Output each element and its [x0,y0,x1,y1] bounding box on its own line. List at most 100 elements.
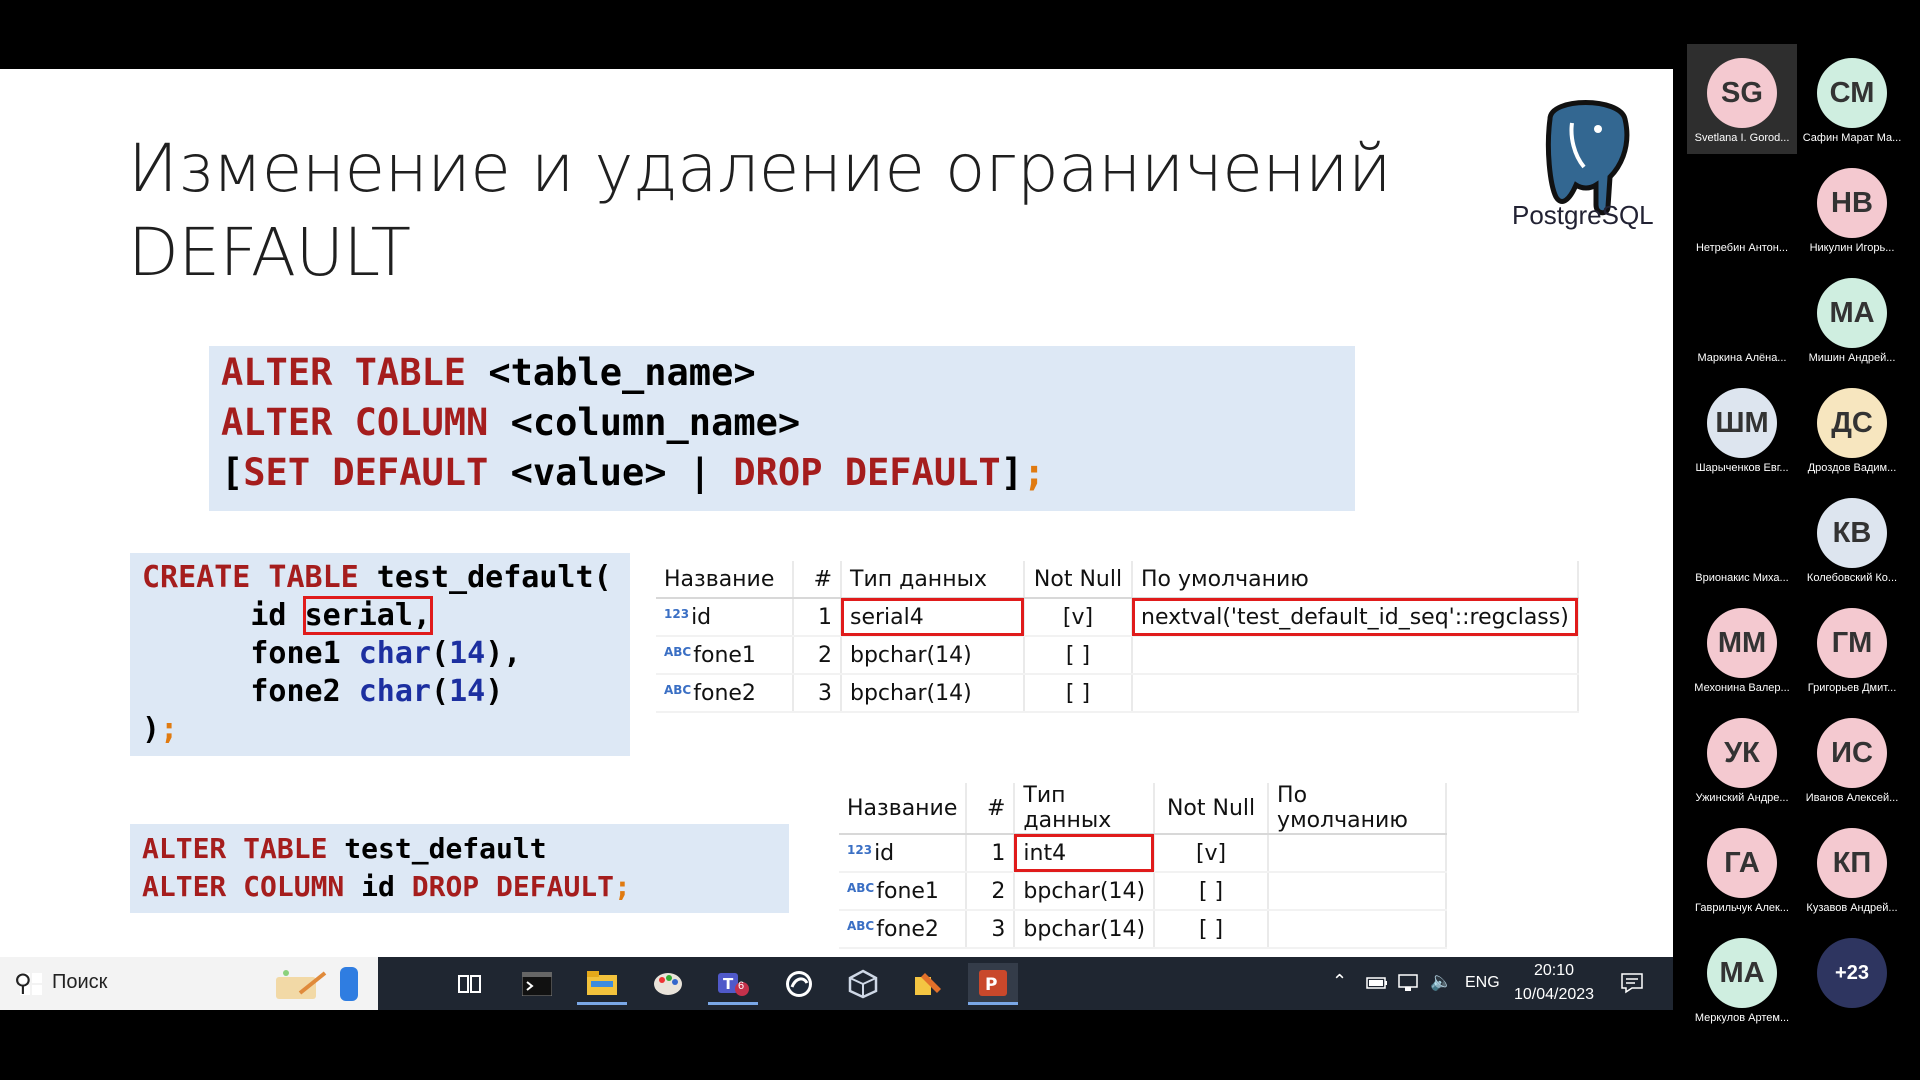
participant-tile[interactable]: ММ Мехонина Валер... [1687,594,1797,704]
code-text: <value> | [488,451,734,494]
tools-icon[interactable] [903,963,953,1005]
cell-notnull: [ ] [1024,674,1133,713]
participant-tile[interactable]: УК Ужинский Андре... [1687,704,1797,814]
code-keyword: CREATE TABLE [142,560,359,595]
participant-tile[interactable]: НВ Никулин Игорь... [1797,154,1907,264]
participant-tile[interactable]: ГМ Григорьев Дмит... [1797,594,1907,704]
participant-tile[interactable]: СМ Сафин Марат Ма... [1797,44,1907,154]
participant-tile[interactable]: ДС Дроздов Вадим... [1797,374,1907,484]
battery-icon[interactable] [1366,975,1388,991]
code-keyword: DROP DEFAULT [411,870,615,903]
powerpoint-icon[interactable]: P [968,963,1018,1005]
participant-tile[interactable]: КВ Колебовский Ко... [1797,484,1907,594]
text-type-icon: ABC [664,682,692,697]
col-header-notnull: Not Null [1154,783,1270,835]
create-table-code-block: CREATE TABLE test_default( id serial, fo… [130,553,630,756]
code-text: <table_name> [466,351,756,394]
cell-default [1268,910,1448,949]
cell-name-text: id [874,840,895,866]
code-semicolon: ; [614,870,631,903]
participant-tile[interactable]: ШМ Шарыченков Евг... [1687,374,1797,484]
cell-number: 3 [966,910,1016,949]
teams-icon[interactable]: T 6 [708,963,758,1005]
participants-panel: SG Svetlana I. Gorod... СМ Сафин Марат Ма..… [1673,0,1920,1080]
participant-avatar: МА [1817,278,1887,348]
clock-time[interactable]: 20:10 [1534,962,1574,980]
network-icon[interactable] [1397,973,1419,993]
volume-icon[interactable]: 🔈 [1430,971,1452,992]
cell-number: 1 [793,598,842,637]
search-icon: ⚲ [14,969,32,997]
paint-icon[interactable] [643,963,693,1005]
code-keyword: ALTER TABLE [142,832,328,865]
participant-tile[interactable]: Нетребин Антон... [1687,154,1797,264]
notifications-icon[interactable] [1620,972,1644,994]
highlighted-serial: serial, [302,596,434,635]
col-header-name: Название [656,561,794,599]
virtualbox-icon[interactable] [838,963,888,1005]
table-row: ABCfone2 3 bpchar(14) [ ] [656,674,1579,713]
table-row: 123id 1 serial4 [v] nextval('test_defaul… [656,598,1579,637]
participant-tile[interactable]: ИС Иванов Алексей... [1797,704,1907,814]
cell-number: 1 [966,834,1016,873]
cell-type: bpchar(14) [841,674,1025,713]
code-text: ), [485,636,522,671]
participant-name: Сафин Марат Ма... [1802,132,1902,144]
show-hidden-icons-chevron-icon[interactable]: ⌃ [1332,971,1347,992]
title-line-2: DEFAULT [128,214,411,291]
participant-avatar: УК [1707,718,1777,788]
postgresql-logo-text: PostgreSQL [1512,200,1654,230]
title-line-1: Изменение и удаление ограничений [128,130,1391,207]
cell-name: 123id [839,834,968,873]
participant-tile[interactable]: Маркина Алёна... [1687,264,1797,374]
participant-name: Никулин Игорь... [1809,242,1895,254]
participant-tile[interactable]: МА Мишин Андрей... [1797,264,1907,374]
participant-name: Шарыченков Евг... [1695,462,1789,474]
participant-name: Мехонина Валер... [1694,682,1790,694]
participant-tile[interactable]: КП Кузавов Андрей... [1797,814,1907,924]
clock-date[interactable]: 10/04/2023 [1514,986,1594,1004]
participant-name: Врионакис Миха... [1695,572,1789,584]
cell-notnull: [ ] [1154,910,1270,949]
participant-tile[interactable]: ГА Гаврильчук Алек... [1687,814,1797,924]
numeric-type-icon: 123 [847,842,873,857]
participant-tile[interactable]: МА Меркулов Артем... [1687,924,1797,1034]
svg-text:T: T [723,975,734,993]
participant-photo-avatar [1707,168,1777,238]
cell-name-text: fone1 [693,642,756,668]
cell-default-highlighted: nextval('test_default_id_seq'::regclass) [1132,598,1579,637]
participant-tile[interactable]: +23 [1797,924,1907,1034]
cell-notnull: [ ] [1154,872,1270,911]
code-text: fone2 [142,674,359,709]
col-header-type: Тип данных [841,561,1025,599]
cell-default [1268,872,1448,911]
col-header-type: Тип данных [1014,783,1156,835]
terminal-icon[interactable] [512,963,562,1005]
browser-icon[interactable] [774,963,824,1005]
code-text: test_default [327,832,547,865]
participant-tile[interactable]: Врионакис Миха... [1687,484,1797,594]
col-header-name: Название [839,783,968,835]
more-participants-button[interactable]: +23 [1817,938,1887,1008]
cell-notnull: [v] [1024,598,1133,637]
participant-avatar: КВ [1817,498,1887,568]
code-type: char [358,674,431,709]
file-explorer-icon[interactable] [577,963,627,1005]
participant-avatar: SG [1707,58,1777,128]
col-header-default: По умолчанию [1268,783,1448,835]
code-keyword: ALTER COLUMN [221,401,489,444]
text-type-icon: ABC [847,918,875,933]
code-text: ) [485,674,504,709]
cell-name-text: fone1 [876,878,939,904]
table-row: 123id 1 int4 [v] [839,834,1448,873]
cell-name: 123id [656,598,794,637]
participant-tile[interactable]: SG Svetlana I. Gorod... [1687,44,1797,154]
participant-name: Нетребин Антон... [1695,242,1789,254]
participant-avatar: ММ [1707,608,1777,678]
numeric-type-icon: 123 [664,606,690,621]
search-placeholder: Поиск [52,971,108,993]
task-view-icon[interactable] [445,963,495,1005]
code-keyword: ALTER COLUMN [142,870,345,903]
language-indicator[interactable]: ENG [1465,974,1500,992]
code-text: <column_name> [488,401,801,444]
